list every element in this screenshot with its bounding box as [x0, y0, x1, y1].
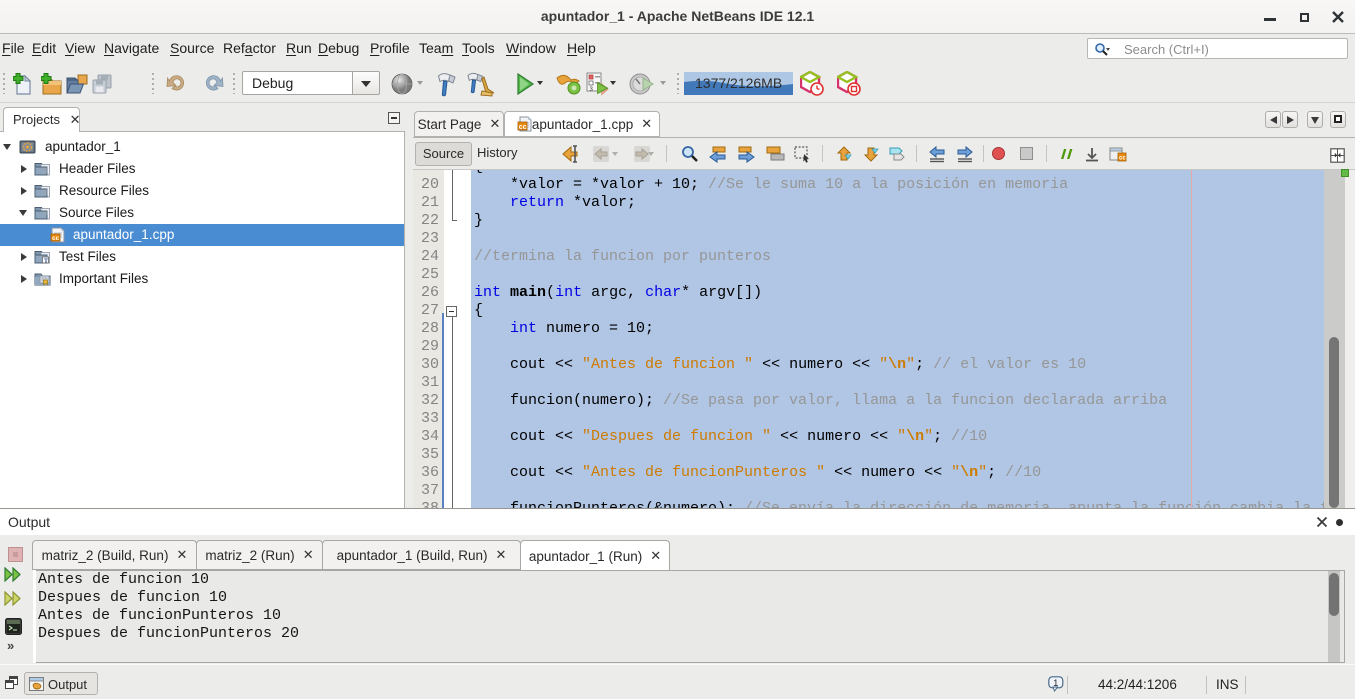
svg-text:1: 1: [1053, 678, 1058, 688]
svg-text:cc: cc: [52, 235, 60, 242]
svg-text:T: T: [44, 259, 48, 265]
svg-text:cc: cc: [1119, 156, 1126, 162]
svg-text:cc: cc: [519, 124, 527, 131]
